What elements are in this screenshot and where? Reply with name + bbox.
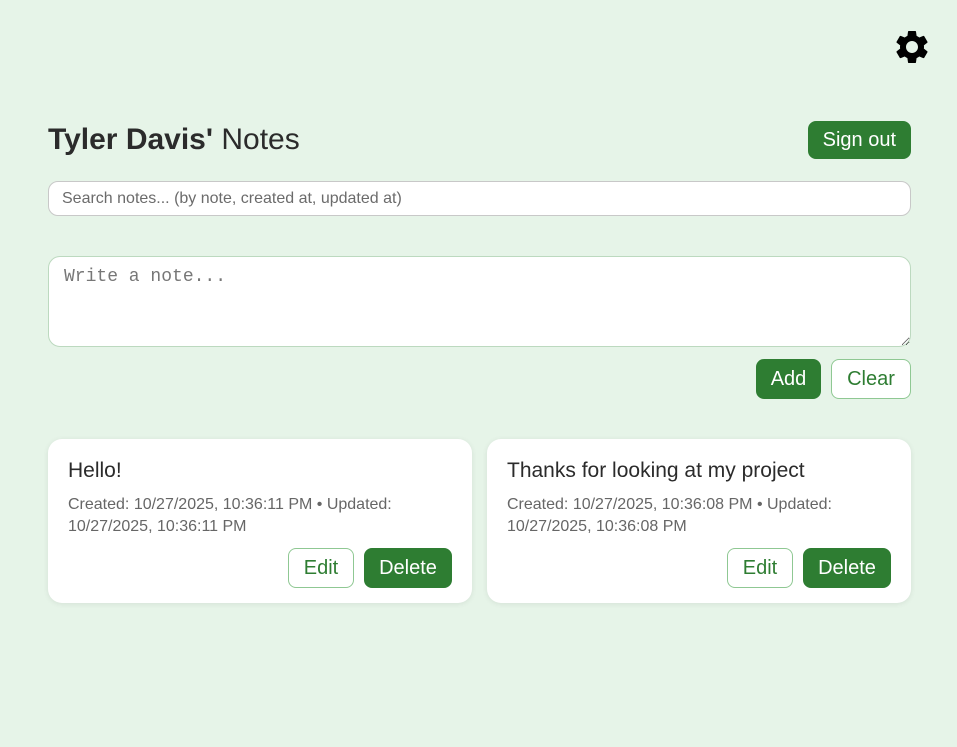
settings-button[interactable]	[892, 27, 932, 67]
header: Tyler Davis' Notes Sign out	[48, 120, 911, 160]
main-container: Tyler Davis' Notes Sign out Add Clear He…	[48, 120, 911, 603]
gear-icon	[892, 27, 932, 67]
edit-button[interactable]: Edit	[727, 548, 793, 588]
note-text: Hello!	[68, 459, 122, 482]
sign-out-button[interactable]: Sign out	[807, 121, 911, 159]
clear-button[interactable]: Clear	[831, 359, 911, 399]
page-title: Tyler Davis' Notes	[48, 120, 300, 160]
note-input[interactable]	[48, 256, 911, 347]
note-timestamps: Created: 10/27/2025, 10:36:08 PM • Updat…	[507, 496, 832, 535]
note-timestamps: Created: 10/27/2025, 10:36:11 PM • Updat…	[68, 496, 392, 535]
edit-button[interactable]: Edit	[288, 548, 354, 588]
note-actions: Edit Delete	[288, 548, 452, 588]
notes-page: Tyler Davis' Notes Sign out Add Clear He…	[0, 0, 957, 747]
note-text: Thanks for looking at my project	[507, 459, 805, 482]
search-input[interactable]	[48, 181, 911, 216]
note-actions: Edit Delete	[727, 548, 891, 588]
composer-actions: Add Clear	[48, 359, 911, 399]
add-button[interactable]: Add	[756, 359, 821, 399]
user-name: Tyler Davis'	[48, 123, 213, 156]
notes-list: Hello! Created: 10/27/2025, 10:36:11 PM …	[48, 439, 911, 603]
delete-button[interactable]: Delete	[364, 548, 452, 588]
note-card: Hello! Created: 10/27/2025, 10:36:11 PM …	[48, 439, 472, 603]
delete-button[interactable]: Delete	[803, 548, 891, 588]
title-suffix: Notes	[221, 123, 300, 156]
note-card: Thanks for looking at my project Created…	[487, 439, 911, 603]
